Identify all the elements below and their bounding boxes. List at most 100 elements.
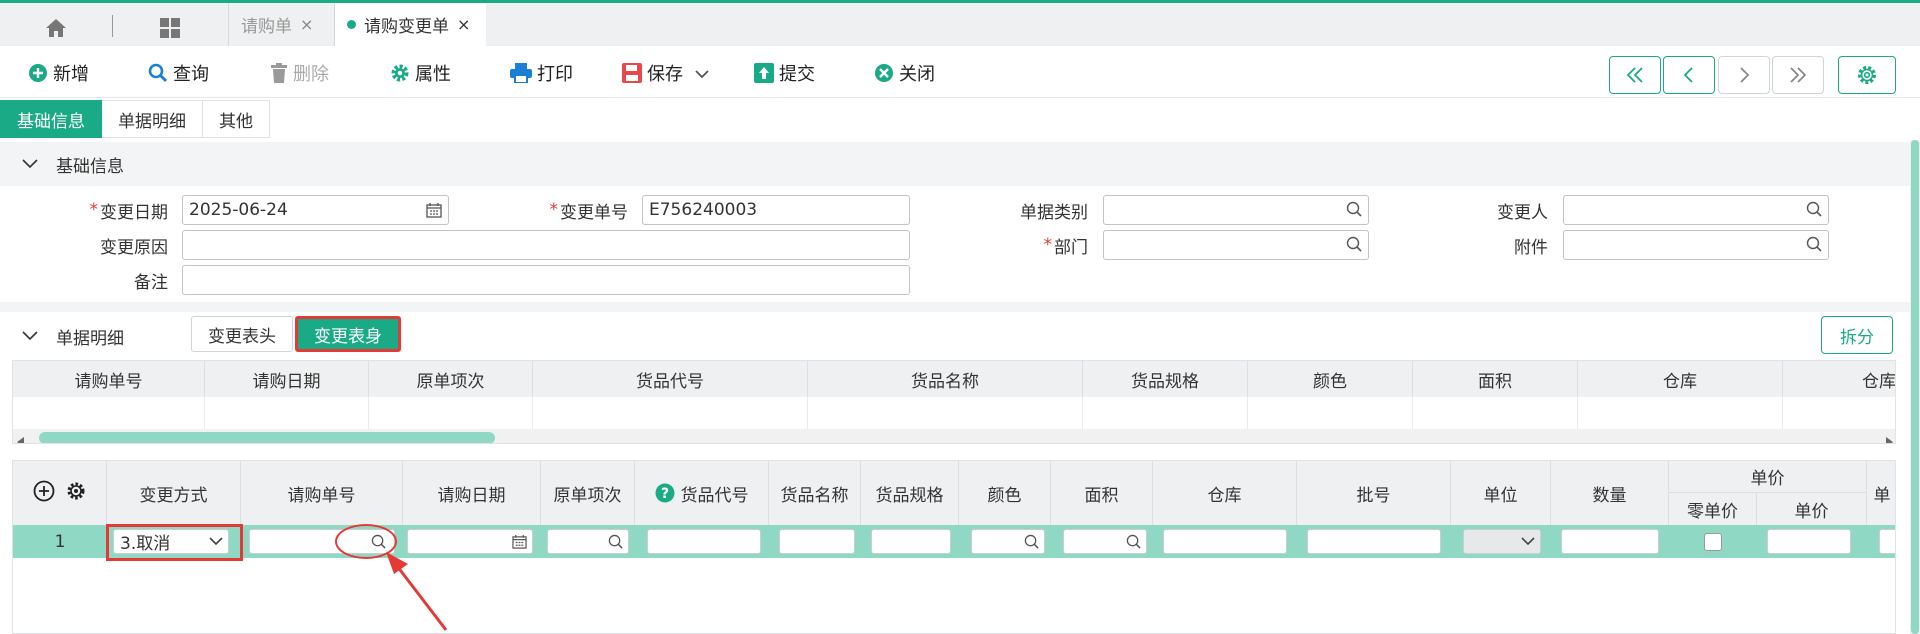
department-field[interactable] xyxy=(1103,230,1369,260)
search-icon[interactable] xyxy=(1346,236,1362,252)
item-code-cell xyxy=(635,525,769,558)
help-icon[interactable]: ? xyxy=(655,483,675,503)
search-icon[interactable] xyxy=(1346,201,1362,217)
col-header-pr-no: 请购单号 xyxy=(241,461,403,525)
scrollbar-thumb[interactable] xyxy=(39,432,495,443)
changer-field[interactable] xyxy=(1563,195,1829,225)
chevron-down-icon[interactable] xyxy=(209,537,223,546)
attachment-field[interactable] xyxy=(1563,230,1829,260)
col-header: 货品名称 xyxy=(808,361,1083,397)
change-header-button[interactable]: 变更表头 xyxy=(191,316,293,352)
subtab-doc-detail[interactable]: 单据明细 xyxy=(102,100,203,138)
warehouse-input[interactable] xyxy=(1163,529,1287,554)
tab-purchase-request[interactable]: 请购单 × xyxy=(228,3,325,46)
col-header: 原单项次 xyxy=(369,361,533,397)
required-mark: * xyxy=(89,200,99,220)
search-icon[interactable] xyxy=(1806,201,1822,217)
save-button[interactable]: 保存 xyxy=(622,60,709,86)
chevron-down-icon[interactable] xyxy=(695,63,709,84)
change-date-value: 2025-06-24 xyxy=(189,200,288,220)
search-icon[interactable] xyxy=(1806,236,1822,252)
qty-input[interactable] xyxy=(1561,529,1659,554)
basic-info-header[interactable]: 基础信息 xyxy=(0,142,1920,186)
settings-button[interactable] xyxy=(1838,56,1896,94)
scroll-right-icon[interactable] xyxy=(1885,432,1893,443)
next-input[interactable] xyxy=(1879,529,1895,554)
remark-field[interactable] xyxy=(182,265,910,295)
change-date-label: * 变更日期 xyxy=(60,195,169,225)
gear-icon[interactable] xyxy=(65,480,87,507)
trash-icon xyxy=(270,63,288,83)
change-reason-field[interactable] xyxy=(182,230,910,260)
scrollbar-thumb[interactable] xyxy=(1911,140,1919,634)
print-button[interactable]: 打印 xyxy=(510,60,573,86)
change-body-grid-header: 变更方式 请购单号 请购日期 原单项次 ? 货品代号 货品名称 货品规格 颜色 … xyxy=(13,461,1895,525)
item-name-input[interactable] xyxy=(779,529,855,554)
search-icon[interactable] xyxy=(1126,534,1141,549)
split-button[interactable]: 拆分 xyxy=(1821,316,1893,354)
col-header: 请购单号 xyxy=(13,361,205,397)
tab-label: 请购单 xyxy=(241,17,292,37)
color-input[interactable] xyxy=(971,529,1045,554)
change-no-field[interactable]: E756240003 xyxy=(642,195,910,225)
prev-record-button[interactable] xyxy=(1663,56,1715,94)
area-input[interactable] xyxy=(1063,529,1147,554)
change-date-field[interactable]: 2025-06-24 xyxy=(182,195,449,225)
query-button[interactable]: 查询 xyxy=(148,60,209,86)
svg-text:?: ? xyxy=(660,486,668,502)
calendar-icon[interactable] xyxy=(426,203,442,218)
search-icon[interactable] xyxy=(608,534,623,549)
col-header-warehouse: 仓库 xyxy=(1153,461,1297,525)
item-code-input[interactable] xyxy=(647,529,761,554)
new-button[interactable]: 新增 xyxy=(28,60,89,86)
label-text: 部门 xyxy=(1054,237,1088,258)
batch-input[interactable] xyxy=(1307,529,1441,554)
delete-button[interactable]: 删除 xyxy=(270,60,329,86)
subtab-other[interactable]: 其他 xyxy=(203,100,270,138)
unit-price-input[interactable] xyxy=(1767,529,1851,554)
submit-label: 提交 xyxy=(779,64,815,85)
print-label: 打印 xyxy=(537,64,573,85)
properties-button[interactable]: 属性 xyxy=(390,60,451,86)
chevron-down-icon[interactable] xyxy=(22,331,38,341)
col-header-unit: 单位 xyxy=(1451,461,1551,525)
table-row[interactable]: 1 3.取消 xyxy=(13,524,1895,561)
col-header-text: 货品代号 xyxy=(680,485,749,506)
double-chevron-left-icon xyxy=(1626,67,1643,83)
submit-button[interactable]: 提交 xyxy=(754,60,815,86)
last-record-button[interactable] xyxy=(1772,56,1824,94)
close-button[interactable]: 关闭 xyxy=(874,60,935,86)
add-row-icon[interactable] xyxy=(33,480,55,507)
vertical-scrollbar[interactable] xyxy=(1910,140,1920,634)
home-icon[interactable] xyxy=(30,13,82,43)
calendar-icon[interactable] xyxy=(512,535,527,549)
item-name-cell xyxy=(769,525,861,558)
orig-item-input[interactable] xyxy=(547,529,629,554)
change-body-button[interactable]: 变更表身 xyxy=(295,316,401,352)
close-label: 关闭 xyxy=(899,64,935,85)
unit-select[interactable] xyxy=(1463,529,1541,554)
subtab-basic-info[interactable]: 基础信息 xyxy=(0,100,102,138)
first-record-button[interactable] xyxy=(1609,56,1661,94)
horizontal-scrollbar[interactable] xyxy=(13,429,1895,443)
search-icon[interactable] xyxy=(1024,534,1039,549)
table-row[interactable] xyxy=(13,397,1783,429)
close-icon[interactable]: × xyxy=(457,15,470,34)
toolbar: 新增 查询 删除 属性 打印 保存 提交 关闭 xyxy=(0,46,1920,98)
chevron-down-icon[interactable] xyxy=(22,159,38,169)
item-spec-input[interactable] xyxy=(871,529,951,554)
chevron-down-icon[interactable] xyxy=(1521,537,1535,546)
next-record-button[interactable] xyxy=(1718,56,1770,94)
scroll-left-icon[interactable] xyxy=(17,432,25,443)
change-mode-select[interactable]: 3.取消 xyxy=(113,529,229,554)
close-circle-icon xyxy=(874,63,894,83)
plus-circle-icon xyxy=(28,63,48,83)
grid-menu-icon[interactable] xyxy=(150,13,190,43)
close-icon[interactable]: × xyxy=(300,15,313,34)
pr-date-input[interactable] xyxy=(407,529,533,554)
tab-purchase-change[interactable]: 请购变更单 × xyxy=(334,3,486,46)
doc-type-field[interactable] xyxy=(1103,195,1369,225)
col-header: 仓库名 xyxy=(1862,371,1896,392)
zero-price-checkbox[interactable] xyxy=(1704,532,1722,551)
col-header-batch: 批号 xyxy=(1297,461,1451,525)
